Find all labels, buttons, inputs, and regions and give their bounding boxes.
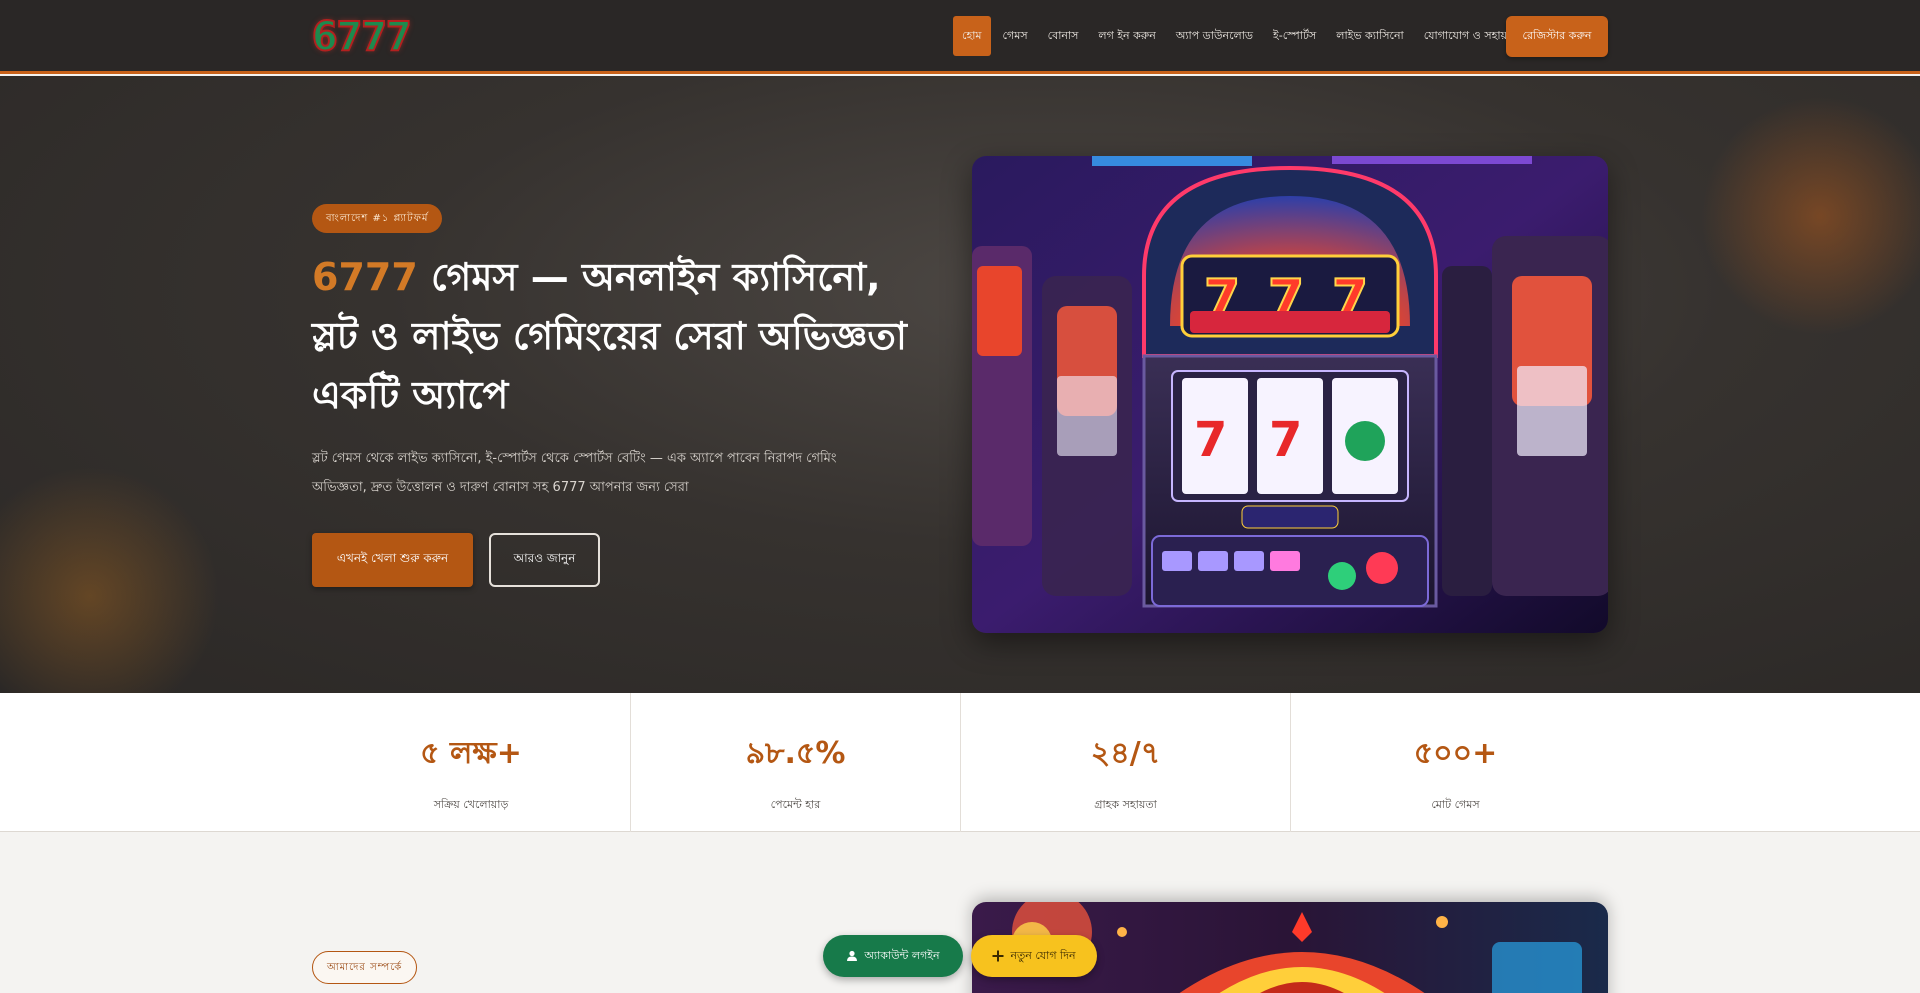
about-section: আমাদের সম্পর্কে — [0, 833, 1920, 993]
stat-total-games: ৫০০+ মোট গেমস — [1290, 693, 1620, 832]
stat-payment-rate: ৯৮.৫% পেমেন্ট হার — [630, 693, 960, 832]
hero-badge: বাংলাদেশ #১ প্ল্যাটফর্ম — [312, 204, 443, 233]
svg-text:7: 7 — [1194, 412, 1227, 468]
plus-icon — [992, 950, 1004, 962]
account-login-label: অ্যাকাউন্ট লগইন — [864, 948, 940, 962]
stats-bar: ৫ লক্ষ+ সক্রিয় খেলোয়াড় ৯৮.৫% পেমেন্ট … — [0, 693, 1920, 832]
stat-value: ৫ লক্ষ+ — [420, 736, 522, 771]
nav-item-games[interactable]: গেমস — [993, 16, 1038, 56]
site-header: 6777 হোম গেমস বোনাস লগ ইন করুন অ্যাপ ডাউ… — [0, 0, 1920, 74]
hero-slot-machine-image: 7 7 7 7 7 — [972, 156, 1608, 633]
join-now-label: নতুন যোগ দিন — [1010, 948, 1076, 962]
stat-value: ৫০০+ — [1413, 736, 1498, 771]
nav-item-bonus[interactable]: বোনাস — [1038, 16, 1089, 56]
site-logo[interactable]: 6777 — [311, 13, 413, 61]
stat-active-players: ৫ লক্ষ+ সক্রিয় খেলোয়াড় — [312, 693, 630, 832]
join-now-floating-button[interactable]: নতুন যোগ দিন — [971, 935, 1097, 977]
svg-text:7: 7 — [1269, 412, 1302, 468]
learn-more-button[interactable]: আরও জানুন — [489, 533, 600, 587]
stat-value: ২৪/৭ — [1090, 736, 1161, 771]
hero-description: স্লট গেমস থেকে লাইভ ক্যাসিনো, ই-স্পোর্টস… — [312, 451, 837, 495]
start-playing-button[interactable]: এখনই খেলা শুরু করুন — [312, 533, 473, 587]
nav-item-app-download[interactable]: অ্যাপ ডাউনলোড — [1166, 16, 1263, 56]
main-nav: হোম গেমস বোনাস লগ ইন করুন অ্যাপ ডাউনলোড … — [953, 16, 1529, 56]
about-badge: আমাদের সম্পর্কে — [312, 951, 418, 984]
stat-label: মোট গেমস — [1431, 798, 1480, 811]
decorative-glow — [0, 466, 220, 693]
register-button[interactable]: রেজিস্টার করুন — [1506, 16, 1608, 57]
stat-customer-support: ২৪/৭ গ্রাহক সহায়তা — [960, 693, 1290, 832]
decorative-glow — [1700, 96, 1920, 336]
user-icon — [847, 950, 858, 961]
stat-label: পেমেন্ট হার — [770, 798, 821, 811]
nav-item-live-casino[interactable]: লাইভ ক্যাসিনো — [1326, 16, 1413, 56]
hero-title-brand: 6777 — [312, 255, 418, 299]
hero-section: বাংলাদেশ #১ প্ল্যাটফর্ম 6777 গেমস — অনলা… — [0, 76, 1920, 693]
account-login-floating-button[interactable]: অ্যাকাউন্ট লগইন — [823, 935, 963, 977]
nav-item-home[interactable]: হোম — [953, 16, 991, 56]
stat-label: গ্রাহক সহায়তা — [1094, 798, 1157, 811]
stat-value: ৯৮.৫% — [745, 736, 846, 771]
nav-item-login[interactable]: লগ ইন করুন — [1088, 16, 1165, 56]
hero-title: 6777 গেমস — অনলাইন ক্যাসিনো, স্লট ও লাইভ… — [312, 248, 912, 425]
stat-label: সক্রিয় খেলোয়াড় — [433, 798, 509, 811]
nav-item-esports[interactable]: ই-স্পোর্টস — [1263, 16, 1326, 56]
